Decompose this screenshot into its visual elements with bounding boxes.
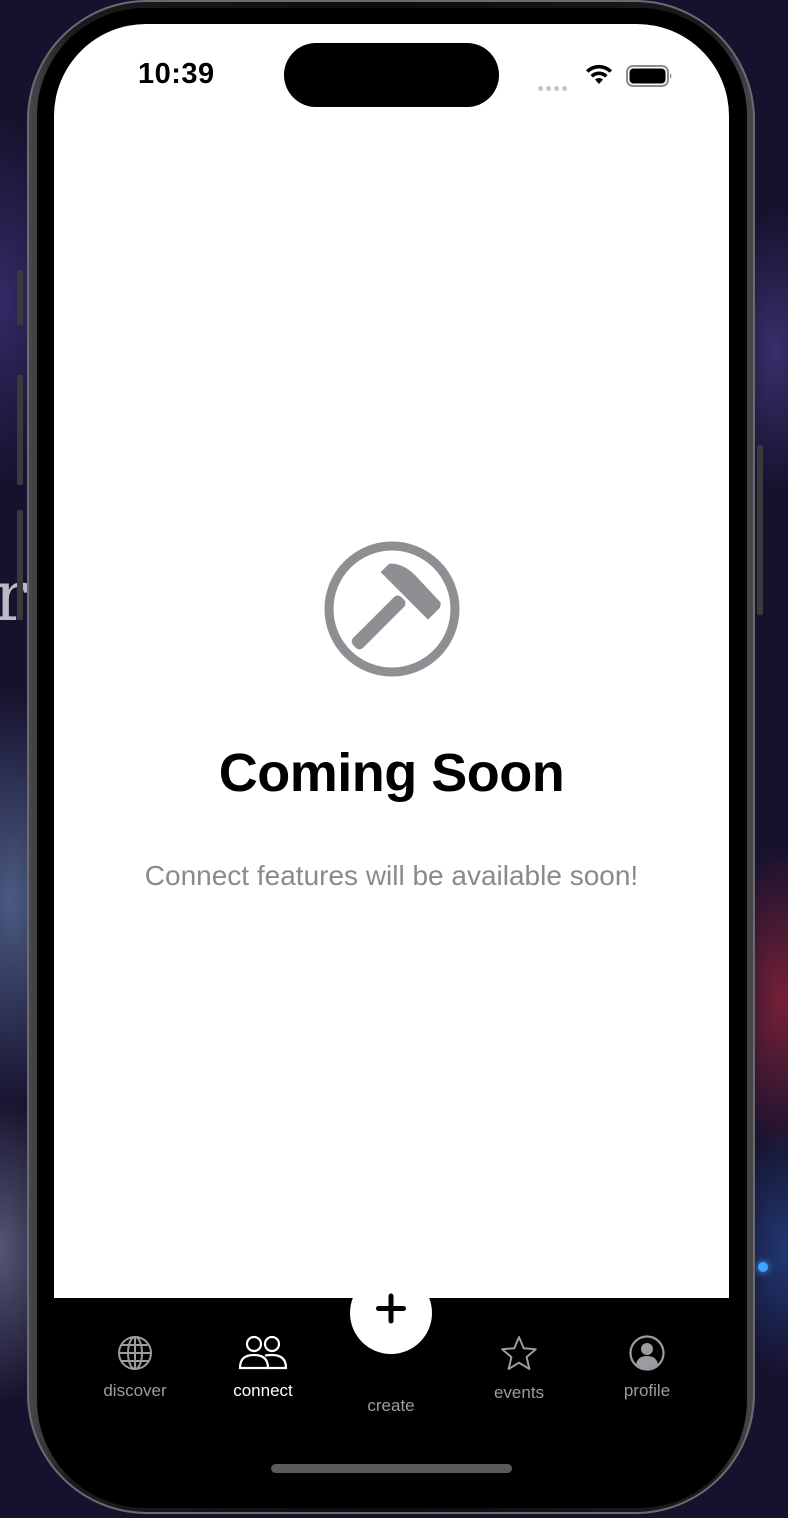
home-indicator[interactable] — [271, 1464, 512, 1473]
power-button — [757, 445, 763, 615]
tab-connect[interactable]: connect — [203, 1334, 323, 1401]
volume-down-button — [17, 510, 23, 620]
page-title: Coming Soon — [218, 743, 565, 803]
background-glyph: r — [0, 555, 28, 637]
cellular-signal-icon — [538, 78, 570, 96]
people-icon — [238, 1335, 288, 1370]
action-button — [17, 270, 23, 325]
create-button[interactable] — [350, 1272, 432, 1354]
tab-discover[interactable]: discover — [75, 1334, 195, 1401]
coming-soon-view: 10:39 Coming Soon Connect features will … — [54, 24, 729, 1298]
page-subtitle: Connect features will be available soon! — [144, 860, 639, 891]
tab-bar: discover connect create events profile — [54, 1272, 729, 1504]
star-icon — [501, 1336, 537, 1370]
battery-icon — [626, 65, 672, 87]
tab-create-label[interactable]: create — [331, 1396, 451, 1416]
tab-discover-label: discover — [103, 1381, 167, 1400]
tab-profile[interactable]: profile — [587, 1334, 707, 1401]
hammer-icon — [324, 541, 460, 677]
background-star — [758, 1262, 768, 1272]
dynamic-island — [284, 43, 499, 107]
person-circle-icon — [629, 1335, 665, 1371]
tab-connect-label: connect — [233, 1381, 293, 1400]
tab-events-label: events — [493, 1383, 545, 1402]
globe-icon — [118, 1336, 152, 1370]
wifi-icon — [586, 64, 612, 84]
tab-profile-label: profile — [623, 1381, 671, 1400]
tab-events[interactable]: events — [459, 1334, 579, 1403]
screen: 10:39 Coming Soon Connect features will … — [54, 24, 729, 1504]
status-time: 10:39 — [138, 58, 215, 90]
plus-icon — [376, 1293, 406, 1324]
volume-up-button — [17, 375, 23, 485]
